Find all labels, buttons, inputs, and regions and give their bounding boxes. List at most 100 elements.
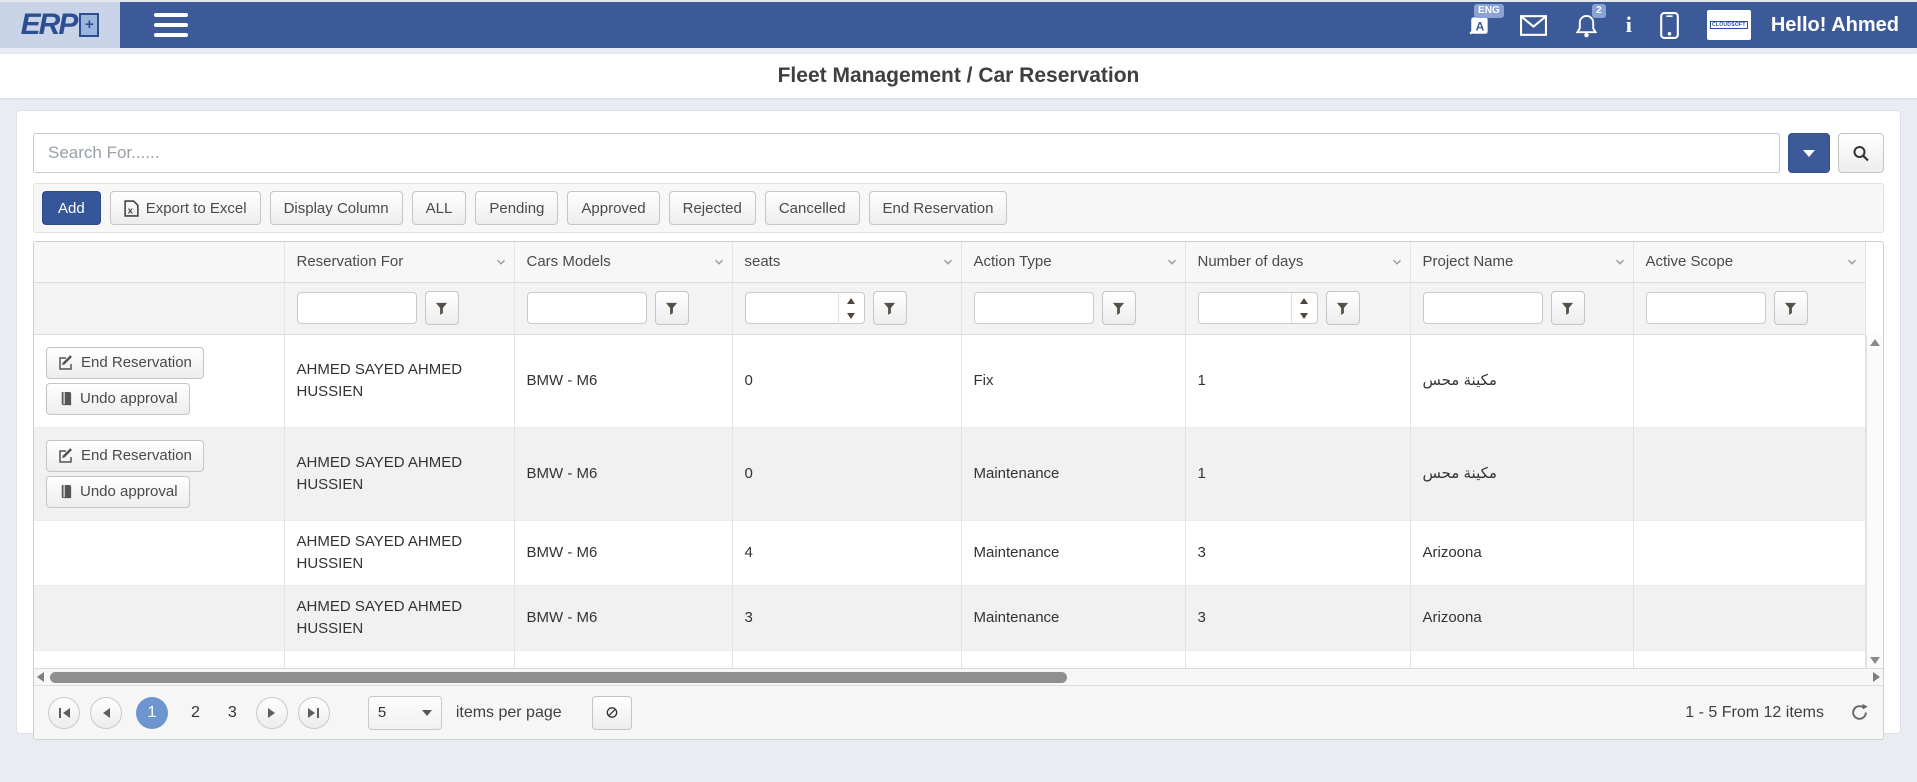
undo-approval-button[interactable]: Undo approval: [46, 476, 190, 508]
vertical-scrollbar[interactable]: [1866, 335, 1883, 668]
table-row[interactable]: Yosra Mahmoud Al Khafif BMW - M6 2 Maint…: [34, 650, 1866, 668]
page-button-1[interactable]: 1: [136, 697, 168, 729]
filter-button[interactable]: [1774, 291, 1808, 325]
mobile-phone-icon: [1660, 12, 1679, 39]
filter-input-number-of-days[interactable]: [1199, 293, 1291, 323]
end-reservation-button[interactable]: End Reservation: [46, 347, 204, 379]
filter-input-seats[interactable]: [746, 293, 838, 323]
scroll-left-arrow[interactable]: [37, 672, 44, 682]
info-button[interactable]: i: [1626, 12, 1632, 38]
filter-end-reservation-button[interactable]: End Reservation: [869, 191, 1008, 225]
search-button[interactable]: [1838, 133, 1884, 173]
filter-all-button[interactable]: ALL: [412, 191, 467, 225]
menu-button[interactable]: [148, 1, 194, 49]
cell-active-scope: [1633, 334, 1866, 427]
table-row[interactable]: End Reservation Undo approval AHMED SAYE…: [34, 427, 1866, 520]
add-button[interactable]: Add: [42, 191, 101, 225]
filter-button[interactable]: [873, 291, 907, 325]
cell-seats: 0: [732, 427, 961, 520]
column-header-seats[interactable]: seats: [732, 242, 961, 282]
chevron-down-icon[interactable]: [1845, 255, 1859, 269]
filter-input-active-scope[interactable]: [1646, 292, 1766, 324]
edit-icon: [58, 355, 74, 371]
next-page-button[interactable]: [256, 697, 288, 729]
chevron-down-icon[interactable]: [712, 255, 726, 269]
export-to-excel-button[interactable]: x Export to Excel: [110, 191, 261, 225]
funnel-icon: [435, 302, 448, 315]
filter-approved-button[interactable]: Approved: [567, 191, 659, 225]
filter-button[interactable]: [425, 291, 459, 325]
cancel-changes-button[interactable]: [592, 696, 632, 730]
end-reservation-button[interactable]: End Reservation: [46, 440, 204, 472]
filter-button[interactable]: [1551, 291, 1585, 325]
scroll-up-arrow[interactable]: [1870, 339, 1880, 346]
refresh-button[interactable]: [1850, 703, 1869, 722]
filter-input-action-type[interactable]: [974, 292, 1094, 324]
filter-button[interactable]: [655, 291, 689, 325]
mobile-app-button[interactable]: [1660, 12, 1679, 39]
undo-approval-button[interactable]: Undo approval: [46, 383, 190, 415]
scroll-down-arrow[interactable]: [1870, 657, 1880, 664]
language-button[interactable]: ENG A: [1468, 13, 1492, 37]
spinner-down-button[interactable]: [839, 308, 864, 323]
horizontal-scrollbar[interactable]: [34, 668, 1883, 685]
messages-button[interactable]: [1520, 15, 1547, 36]
first-page-button[interactable]: [48, 697, 80, 729]
spinner-up-button[interactable]: [839, 293, 864, 308]
column-header-reservation-for[interactable]: Reservation For: [284, 242, 514, 282]
filter-pending-button[interactable]: Pending: [475, 191, 558, 225]
page-button-2[interactable]: 2: [182, 704, 209, 722]
funnel-icon: [1561, 302, 1574, 315]
items-per-page-label: items per page: [456, 704, 562, 722]
header-row: Reservation For Cars Models seats A: [34, 242, 1866, 282]
column-header-action-type[interactable]: Action Type: [961, 242, 1185, 282]
display-column-button[interactable]: Display Column: [270, 191, 403, 225]
spinner-up-button[interactable]: [1292, 293, 1317, 308]
last-page-button[interactable]: [298, 697, 330, 729]
cell-cars-models: BMW - M6: [514, 585, 732, 650]
filter-button[interactable]: [1102, 291, 1136, 325]
table-row[interactable]: End Reservation Undo approval AHMED SAYE…: [34, 334, 1866, 427]
filter-rejected-button[interactable]: Rejected: [669, 191, 756, 225]
scroll-right-arrow[interactable]: [1873, 672, 1880, 682]
column-header-active-scope[interactable]: Active Scope: [1633, 242, 1866, 282]
main-panel: Add x Export to Excel Display Column ALL…: [16, 110, 1901, 734]
cell-action-type: Maintenance: [961, 520, 1185, 585]
cell-project-name: Arizoona: [1410, 585, 1633, 650]
user-avatar[interactable]: CLOUDSOFT: [1707, 10, 1751, 40]
column-header-cars-models[interactable]: Cars Models: [514, 242, 732, 282]
filter-input-reservation-for[interactable]: [297, 292, 417, 324]
edit-icon: [58, 448, 74, 464]
cell-cars-models: BMW - M6: [514, 334, 732, 427]
filter-input-project-name[interactable]: [1423, 292, 1543, 324]
user-greeting[interactable]: Hello! Ahmed: [1771, 14, 1899, 37]
search-input[interactable]: [33, 133, 1780, 173]
column-header-number-of-days[interactable]: Number of days: [1185, 242, 1410, 282]
pager-summary: 1 - 5 From 12 items: [1685, 704, 1824, 722]
search-options-dropdown-button[interactable]: [1788, 133, 1830, 173]
chevron-down-icon[interactable]: [1613, 255, 1627, 269]
erp-logo[interactable]: ERP +: [0, 2, 120, 48]
filter-button[interactable]: [1326, 291, 1360, 325]
cell-reservation-for: AHMED SAYED AHMED HUSSIEN: [284, 585, 514, 650]
notifications-button[interactable]: 2: [1575, 13, 1598, 38]
column-header-project-name[interactable]: Project Name: [1410, 242, 1633, 282]
page-size-dropdown[interactable]: 5: [368, 696, 442, 730]
chevron-down-icon[interactable]: [1165, 255, 1179, 269]
cell-action-type: Maintenance: [961, 585, 1185, 650]
table-row[interactable]: AHMED SAYED AHMED HUSSIEN BMW - M6 3 Mai…: [34, 585, 1866, 650]
cell-active-scope: [1633, 650, 1866, 668]
chevron-down-icon[interactable]: [494, 255, 508, 269]
table-row[interactable]: AHMED SAYED AHMED HUSSIEN BMW - M6 4 Mai…: [34, 520, 1866, 585]
spinner-down-button[interactable]: [1292, 308, 1317, 323]
horizontal-scroll-thumb[interactable]: [50, 672, 1067, 683]
cell-cars-models: BMW - M6: [514, 520, 732, 585]
chevron-down-icon[interactable]: [1390, 255, 1404, 269]
data-grid: Reservation For Cars Models seats A: [33, 241, 1884, 740]
filter-input-cars-models[interactable]: [527, 292, 647, 324]
chevron-down-icon[interactable]: [941, 255, 955, 269]
previous-page-button[interactable]: [90, 697, 122, 729]
page-button-3[interactable]: 3: [219, 704, 246, 722]
cell-active-scope: [1633, 427, 1866, 520]
filter-cancelled-button[interactable]: Cancelled: [765, 191, 860, 225]
